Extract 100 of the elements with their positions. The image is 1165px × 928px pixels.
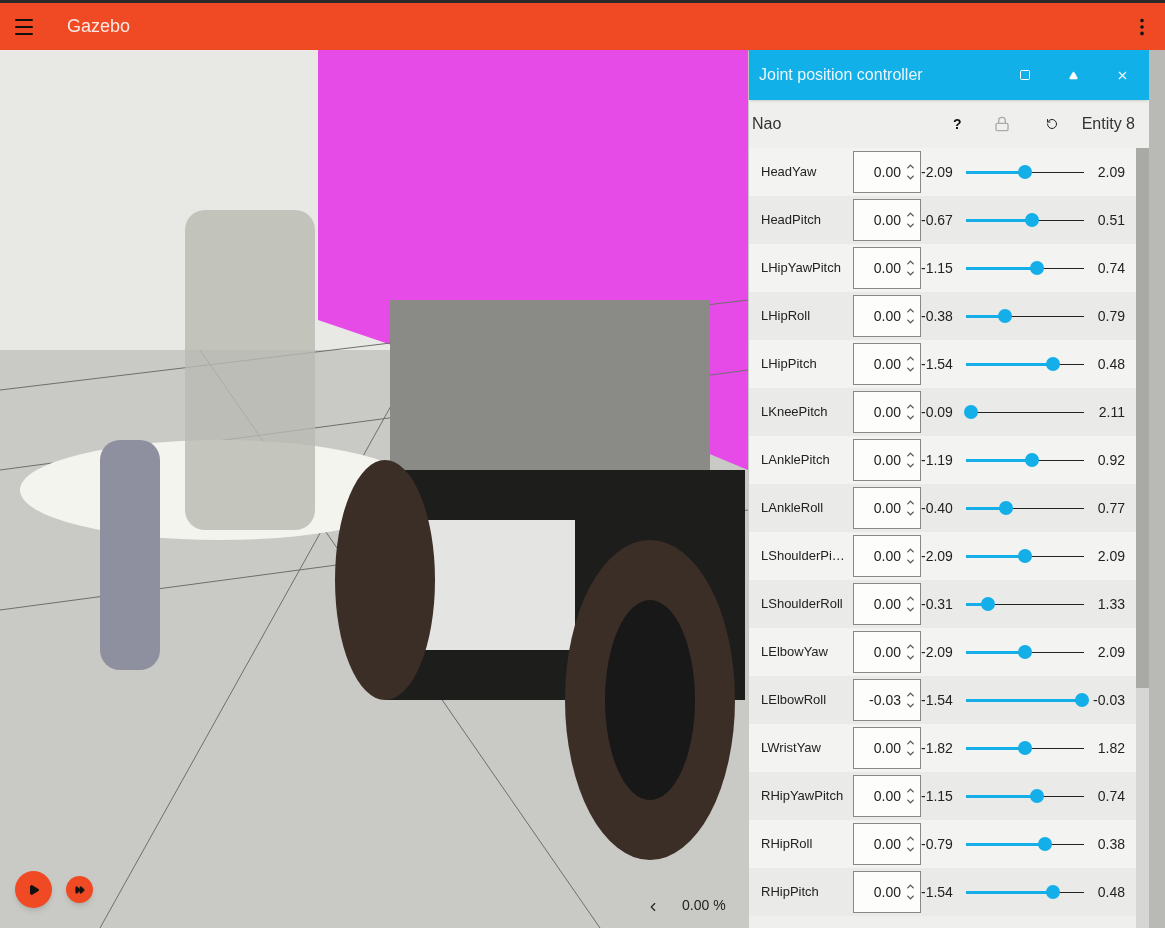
joint-min: -0.40 [921, 498, 954, 518]
help-button[interactable]: ? [953, 113, 962, 135]
decrement-icon[interactable] [905, 268, 916, 279]
joint-max: 0.48 [1096, 354, 1125, 374]
joint-name: LHipPitch [760, 355, 818, 374]
joint-value-field[interactable]: 0.00 [853, 295, 921, 337]
joint-min: -1.82 [921, 738, 954, 758]
increment-icon[interactable] [905, 497, 916, 508]
joint-value-field[interactable]: 0.00 [853, 631, 921, 673]
increment-icon[interactable] [905, 689, 916, 700]
slider-thumb[interactable] [1018, 645, 1032, 659]
decrement-icon[interactable] [905, 892, 916, 903]
slider-thumb[interactable] [1025, 213, 1040, 227]
joint-value-field[interactable]: 0.00 [853, 535, 921, 577]
joint-min: -1.19 [921, 450, 954, 470]
increment-icon[interactable] [905, 161, 916, 172]
joint-min: -2.09 [921, 162, 954, 182]
joint-value-field[interactable]: 0.00 [853, 199, 921, 241]
joint-name: RHipYawPitch [760, 787, 845, 806]
joint-value-field[interactable]: 0.00 [853, 727, 921, 769]
joint-name: HeadPitch [760, 211, 822, 230]
joint-max: 1.82 [1096, 738, 1125, 758]
increment-icon[interactable] [905, 737, 916, 748]
joint-value-field[interactable]: 0.00 [853, 775, 921, 817]
decrement-icon[interactable] [905, 796, 916, 807]
joint-min: -1.54 [921, 354, 954, 374]
increment-icon[interactable] [905, 449, 916, 460]
joint-name: LShoulderRoll [760, 595, 844, 614]
joint-max: 0.77 [1096, 498, 1125, 518]
joint-max: 1.33 [1096, 594, 1125, 614]
increment-icon[interactable] [905, 401, 916, 412]
joint-value-field[interactable]: 0.00 [853, 487, 921, 529]
increment-icon[interactable] [905, 257, 916, 268]
increment-icon[interactable] [905, 785, 916, 796]
decrement-icon[interactable] [905, 172, 916, 183]
joint-name: LElbowYaw [760, 643, 829, 662]
slider-thumb[interactable] [997, 309, 1012, 323]
joint-name: LElbowRoll [760, 691, 828, 710]
reset-icon[interactable] [1045, 118, 1058, 130]
joint-min: -0.79 [921, 834, 954, 854]
slider-thumb[interactable] [1038, 837, 1053, 851]
joint-name: LAnkleRoll [760, 499, 825, 518]
joint-value-field[interactable]: 0.00 [853, 391, 921, 433]
slider-thumb[interactable] [1046, 357, 1061, 371]
increment-icon[interactable] [905, 641, 916, 652]
slider-thumb[interactable] [1074, 693, 1089, 707]
joint-name: RHipPitch [760, 883, 820, 902]
joint-min: -1.54 [921, 690, 954, 710]
slider-thumb[interactable] [963, 405, 978, 419]
joint-name: LKneePitch [760, 403, 829, 422]
joint-name: RHipRoll [760, 835, 814, 854]
fast-forward-icon [74, 884, 85, 895]
scrollbar-thumb[interactable] [1136, 148, 1149, 688]
slider-thumb[interactable] [1046, 885, 1061, 899]
decrement-icon[interactable] [905, 844, 916, 855]
decrement-icon[interactable] [905, 604, 916, 615]
joint-max: 2.09 [1096, 546, 1125, 566]
decrement-icon[interactable] [905, 556, 916, 567]
slider-thumb[interactable] [1018, 165, 1032, 179]
joint-value-field[interactable]: 0.00 [853, 823, 921, 865]
decrement-icon[interactable] [905, 412, 916, 423]
joint-max: 0.74 [1096, 258, 1125, 278]
joint-min: -0.67 [921, 210, 954, 230]
decrement-icon[interactable] [905, 316, 916, 327]
increment-icon[interactable] [905, 305, 916, 316]
joint-min: -2.09 [921, 642, 954, 662]
decrement-icon[interactable] [905, 220, 916, 231]
increment-icon[interactable] [905, 353, 916, 364]
slider-thumb[interactable] [1029, 261, 1044, 275]
joint-name: HeadYaw [760, 163, 818, 182]
joint-value-field[interactable]: 0.00 [853, 151, 921, 193]
slider-thumb[interactable] [1025, 453, 1040, 467]
increment-icon[interactable] [905, 881, 916, 892]
increment-icon[interactable] [905, 209, 916, 220]
joint-value-field[interactable]: 0.00 [853, 343, 921, 385]
joint-name: LHipRoll [760, 307, 812, 326]
slider-thumb[interactable] [999, 501, 1014, 515]
app-title: Gazebo [67, 15, 131, 38]
joint-min: -2.09 [921, 546, 954, 566]
increment-icon[interactable] [905, 833, 916, 844]
decrement-icon[interactable] [905, 460, 916, 471]
slider-thumb[interactable] [981, 597, 996, 611]
decrement-icon[interactable] [905, 364, 916, 375]
decrement-icon[interactable] [905, 652, 916, 663]
joint-min: -1.15 [921, 258, 954, 278]
real-time-factor: 0.00 % [682, 896, 726, 915]
decrement-icon[interactable] [905, 700, 916, 711]
joint-min: -0.38 [921, 306, 954, 326]
joint-value-field[interactable]: 0.00 [853, 439, 921, 481]
slider-thumb[interactable] [1029, 789, 1044, 803]
joint-value-field[interactable]: -0.03 [853, 679, 921, 721]
decrement-icon[interactable] [905, 508, 916, 519]
joint-value-field[interactable]: 0.00 [853, 583, 921, 625]
decrement-icon[interactable] [905, 748, 916, 759]
joint-value-field[interactable]: 0.00 [853, 247, 921, 289]
slider-thumb[interactable] [1018, 549, 1032, 563]
increment-icon[interactable] [905, 545, 916, 556]
slider-thumb[interactable] [1018, 741, 1032, 755]
joint-value-field[interactable]: 0.00 [853, 871, 921, 913]
increment-icon[interactable] [905, 593, 916, 604]
